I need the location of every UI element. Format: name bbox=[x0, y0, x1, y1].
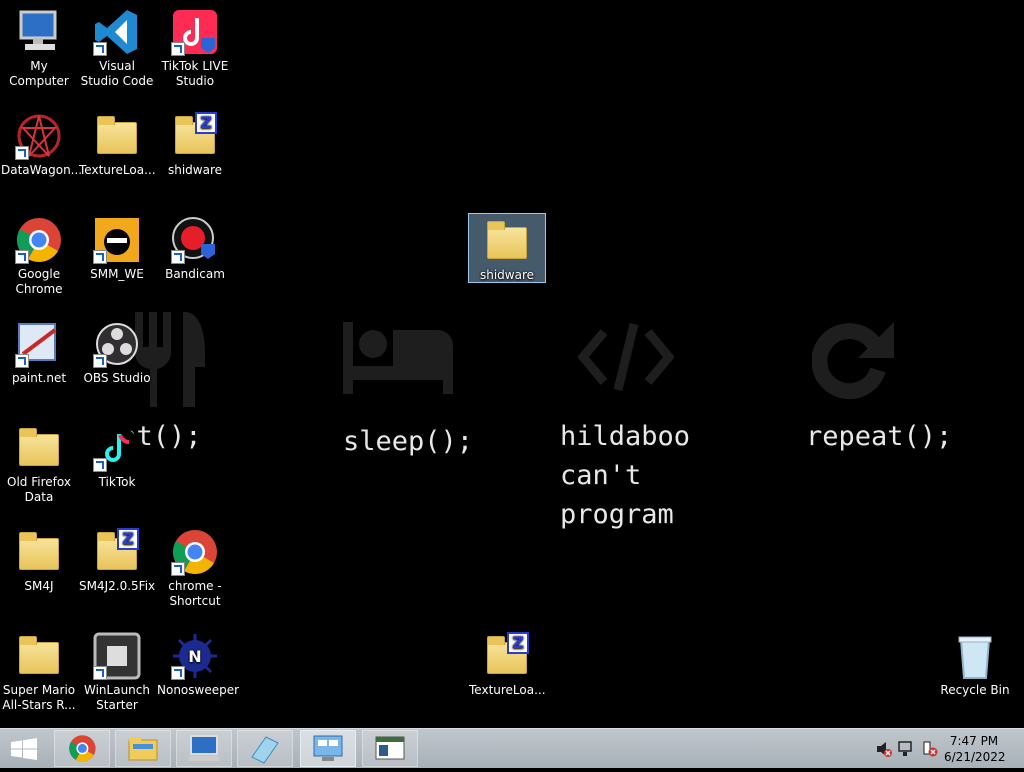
shortcut-arrow-icon bbox=[93, 42, 107, 56]
desktop-icon-visual-studio-code[interactable]: Visual Studio Code bbox=[78, 2, 156, 89]
bed-icon bbox=[343, 322, 453, 398]
desktop-icon-super-mario-all-stars[interactable]: Super Mario All-Stars R... bbox=[0, 626, 78, 713]
desktop-icon-obs-studio[interactable]: OBS Studio bbox=[78, 314, 156, 386]
chrome-icon bbox=[171, 528, 219, 576]
shortcut-arrow-icon bbox=[171, 250, 185, 264]
desktop-icon-shidware-zip[interactable]: Z shidware bbox=[156, 106, 234, 178]
folder-icon bbox=[93, 112, 141, 160]
taskbar-window-button[interactable] bbox=[362, 730, 418, 767]
taskbar: 7:47 PM 6/21/2022 bbox=[0, 728, 1024, 768]
smm-we-icon bbox=[93, 216, 141, 264]
zip-folder-icon: Z bbox=[171, 112, 219, 160]
desktop-icon-my-computer[interactable]: My Computer bbox=[0, 2, 78, 89]
desktop-icon-sm4j2[interactable]: Z SM4J2.0.5Fix bbox=[78, 522, 156, 594]
desktop-icon-textureloa-zip[interactable]: Z TextureLoa... bbox=[468, 626, 546, 698]
recycle-bin-icon bbox=[951, 632, 999, 680]
code-icon bbox=[577, 322, 675, 396]
tiktok-live-icon bbox=[171, 8, 219, 56]
desktop-icon-recycle-bin[interactable]: Recycle Bin bbox=[936, 626, 1014, 698]
folder-icon bbox=[15, 424, 63, 472]
paint-net-icon bbox=[15, 320, 63, 368]
shortcut-arrow-icon bbox=[171, 562, 185, 576]
svg-text:N: N bbox=[188, 647, 201, 666]
shortcut-arrow-icon bbox=[171, 42, 185, 56]
wallpaper-repeat-text: repeat(); bbox=[806, 421, 953, 452]
wallpaper-program-text: hildaboo can't program bbox=[560, 421, 691, 530]
desktop-icon-nonosweeper[interactable]: N Nonosweeper bbox=[156, 626, 239, 698]
file-explorer-icon bbox=[128, 737, 158, 761]
shortcut-arrow-icon bbox=[171, 666, 185, 680]
nonosweeper-icon: N bbox=[171, 632, 219, 680]
desktop-icon-bandicam[interactable]: Bandicam bbox=[156, 210, 234, 282]
folder-icon bbox=[15, 528, 63, 576]
zip-folder-icon: Z bbox=[483, 632, 531, 680]
start-button[interactable] bbox=[0, 730, 48, 767]
bandicam-icon bbox=[171, 216, 219, 264]
computer-icon bbox=[189, 735, 219, 761]
desktop-icon-smm-we[interactable]: SMM_WE bbox=[78, 210, 156, 282]
folder-icon bbox=[15, 632, 63, 680]
desktop-icon-sm4j[interactable]: SM4J bbox=[0, 522, 78, 594]
desktop-icon-shidware-selected[interactable]: shidware bbox=[468, 213, 546, 283]
taskbar-file-explorer-button[interactable] bbox=[115, 730, 171, 767]
clock[interactable]: 7:47 PM 6/21/2022 bbox=[944, 733, 1006, 765]
taskbar-remote-desktop-button[interactable] bbox=[300, 730, 356, 767]
vscode-icon bbox=[93, 8, 141, 56]
shortcut-arrow-icon bbox=[15, 146, 29, 160]
paint-icon bbox=[251, 736, 279, 764]
wallpaper-sleep-text: sleep(); bbox=[343, 426, 474, 457]
shortcut-arrow-icon bbox=[93, 250, 107, 264]
network-icon[interactable] bbox=[898, 741, 914, 757]
remote-desktop-icon bbox=[313, 735, 343, 761]
chrome-icon bbox=[69, 735, 96, 762]
taskbar-paint-button[interactable] bbox=[237, 730, 293, 767]
shortcut-arrow-icon bbox=[15, 250, 29, 264]
taskbar-computer-button[interactable] bbox=[176, 730, 232, 767]
windows-start-icon bbox=[11, 738, 37, 760]
tiktok-icon bbox=[93, 424, 141, 472]
desktop-icon-textureloa[interactable]: TextureLoa... bbox=[78, 106, 156, 178]
desktop-icon-chrome-shortcut[interactable]: chrome - Shortcut bbox=[156, 522, 234, 609]
redo-icon bbox=[811, 318, 894, 404]
chrome-icon bbox=[15, 216, 63, 264]
winlaunch-icon bbox=[93, 632, 141, 680]
shortcut-arrow-icon bbox=[93, 458, 107, 472]
zip-folder-icon: Z bbox=[93, 528, 141, 576]
desktop-icon-datawagon[interactable]: DataWagon... bbox=[0, 106, 82, 178]
speaker-muted-icon[interactable] bbox=[876, 741, 892, 757]
action-center-icon[interactable] bbox=[922, 741, 938, 757]
shortcut-arrow-icon bbox=[93, 354, 107, 368]
taskbar-chrome-button[interactable] bbox=[54, 730, 110, 767]
shortcut-arrow-icon bbox=[93, 666, 107, 680]
desktop-icon-winlaunch-starter[interactable]: WinLaunch Starter bbox=[78, 626, 156, 713]
desktop-icon-tiktok-live-studio[interactable]: TikTok LIVE Studio bbox=[156, 2, 234, 89]
desktop-icon-tiktok[interactable]: TikTok bbox=[78, 418, 156, 490]
computer-icon bbox=[15, 8, 63, 56]
folder-icon bbox=[483, 217, 531, 265]
desktop-icon-google-chrome[interactable]: Google Chrome bbox=[0, 210, 78, 297]
clock-time: 7:47 PM bbox=[949, 734, 999, 748]
window-icon bbox=[375, 736, 405, 760]
clock-date: 6/21/2022 bbox=[944, 750, 1006, 764]
desktop-icon-old-firefox-data[interactable]: Old Firefox Data bbox=[0, 418, 78, 505]
obs-icon bbox=[93, 320, 141, 368]
shortcut-arrow-icon bbox=[15, 354, 29, 368]
desktop-icon-paint-net[interactable]: paint.net bbox=[0, 314, 78, 386]
datawagon-icon bbox=[15, 112, 63, 160]
